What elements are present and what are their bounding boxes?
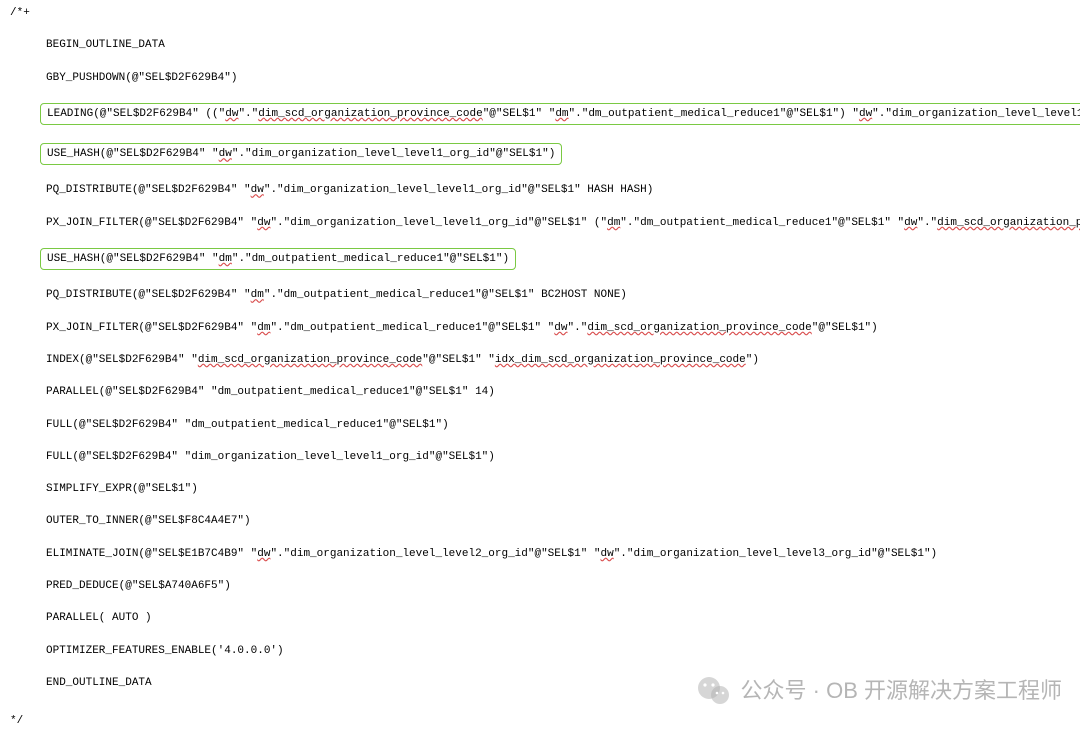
parallel-auto: PARALLEL( AUTO ) bbox=[10, 611, 1070, 625]
comment-close: */ bbox=[10, 714, 1070, 728]
parallel-hint: PARALLEL(@"SEL$D2F629B4" "dm_outpatient_… bbox=[10, 385, 1070, 399]
use-hash-2: USE_HASH(@"SEL$D2F629B4" "dm"."dm_outpat… bbox=[46, 248, 1070, 270]
px-join-filter-1: PX_JOIN_FILTER(@"SEL$D2F629B4" "dw"."dim… bbox=[10, 216, 1070, 230]
comment-open: /*+ bbox=[10, 6, 1070, 20]
index-hint: INDEX(@"SEL$D2F629B4" "dim_scd_organizat… bbox=[10, 353, 1070, 367]
begin-outline: BEGIN_OUTLINE_DATA bbox=[10, 38, 1070, 52]
optimizer-features: OPTIMIZER_FEATURES_ENABLE('4.0.0.0') bbox=[10, 644, 1070, 658]
simplify-expr: SIMPLIFY_EXPR(@"SEL$1") bbox=[10, 482, 1070, 496]
px-join-filter-2: PX_JOIN_FILTER(@"SEL$D2F629B4" "dm"."dm_… bbox=[10, 321, 1070, 335]
eliminate-join: ELIMINATE_JOIN(@"SEL$E1B7C4B9" "dw"."dim… bbox=[10, 547, 1070, 561]
end-outline: END_OUTLINE_DATA bbox=[10, 676, 1070, 690]
leading-hint: LEADING(@"SEL$D2F629B4" (("dw"."dim_scd_… bbox=[46, 103, 1070, 125]
full-hint-1: FULL(@"SEL$D2F629B4" "dm_outpatient_medi… bbox=[10, 418, 1070, 432]
outer-to-inner: OUTER_TO_INNER(@"SEL$F8C4A4E7") bbox=[10, 514, 1070, 528]
pred-deduce: PRED_DEDUCE(@"SEL$A740A6F5") bbox=[10, 579, 1070, 593]
pq-distribute-1: PQ_DISTRIBUTE(@"SEL$D2F629B4" "dw"."dim_… bbox=[10, 183, 1070, 197]
pq-distribute-2: PQ_DISTRIBUTE(@"SEL$D2F629B4" "dm"."dm_o… bbox=[10, 288, 1070, 302]
full-hint-2: FULL(@"SEL$D2F629B4" "dim_organization_l… bbox=[10, 450, 1070, 464]
gby-pushdown: GBY_PUSHDOWN(@"SEL$D2F629B4") bbox=[10, 71, 1070, 85]
use-hash-1: USE_HASH(@"SEL$D2F629B4" "dw"."dim_organ… bbox=[46, 143, 1070, 165]
